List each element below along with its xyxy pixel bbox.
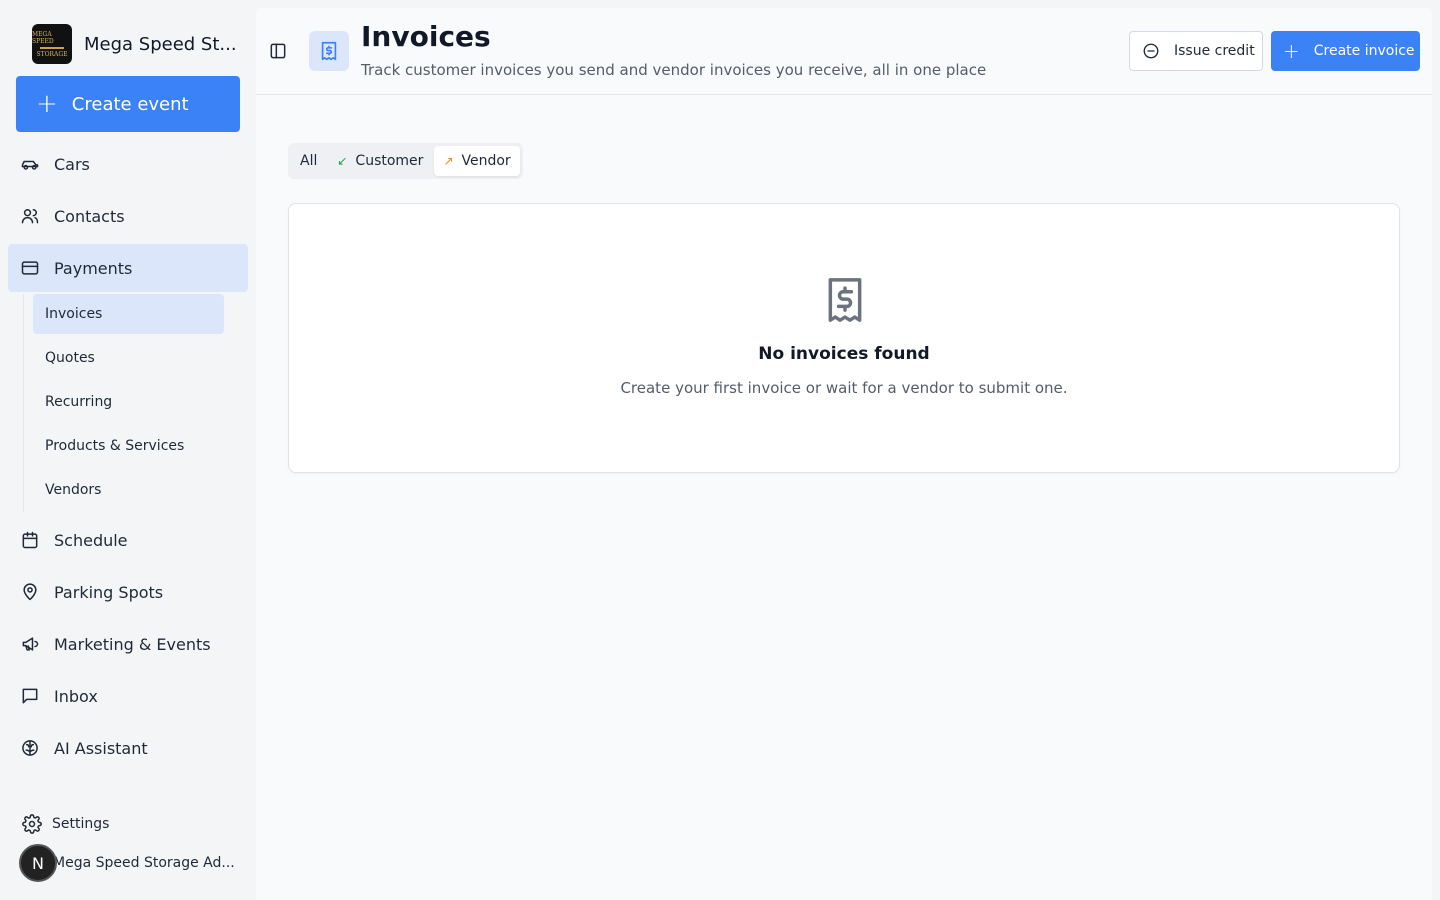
issue-credit-button[interactable]: Issue credit bbox=[1129, 31, 1263, 71]
submenu-guide-line bbox=[23, 294, 24, 512]
sidebar-item-label: AI Assistant bbox=[54, 738, 148, 758]
create-event-button[interactable]: + Create event bbox=[16, 76, 240, 132]
avatar: N bbox=[19, 844, 57, 882]
sidebar-subitem-recurring[interactable]: Recurring bbox=[33, 382, 224, 422]
create-invoice-label: Create invoice bbox=[1313, 43, 1415, 59]
brand-name: Mega Speed St... bbox=[84, 33, 237, 55]
sidebar-item-label: Schedule bbox=[54, 530, 128, 550]
main-content: Invoices Track customer invoices you sen… bbox=[256, 8, 1432, 900]
credit-card-icon bbox=[21, 261, 39, 275]
brain-icon bbox=[22, 740, 38, 756]
filter-tab-label: Vendor bbox=[461, 153, 511, 169]
map-pin-icon bbox=[23, 583, 37, 601]
logo-text-bottom: STORAGE bbox=[36, 50, 68, 58]
sidebar-item-ai-assistant[interactable]: AI Assistant bbox=[8, 724, 248, 772]
user-menu[interactable]: N Mega Speed Storage Ad... bbox=[19, 844, 235, 882]
sidebar-item-marketing-events[interactable]: Marketing & Events bbox=[8, 620, 248, 668]
sidebar-subitem-invoices[interactable]: Invoices bbox=[33, 294, 224, 334]
empty-state-card: No invoices found Create your first invo… bbox=[288, 203, 1400, 473]
settings-label: Settings bbox=[52, 816, 110, 832]
sidebar-item-parking-spots[interactable]: Parking Spots bbox=[8, 568, 248, 616]
arrow-down-left-icon: ↙ bbox=[337, 154, 348, 168]
calendar-icon bbox=[22, 531, 38, 549]
sidebar-item-label: Marketing & Events bbox=[54, 634, 211, 654]
settings-link[interactable]: Settings bbox=[22, 812, 109, 836]
car-icon bbox=[21, 160, 39, 170]
sidebar-item-label: Inbox bbox=[54, 686, 98, 706]
brand[interactable]: MEGA SPEED STORAGE Mega Speed St... bbox=[32, 24, 237, 64]
sidebar-subitem-label: Recurring bbox=[45, 394, 113, 410]
invoice-filter-tabs: All ↙ Customer ↗ Vendor bbox=[288, 143, 523, 179]
create-event-label: Create event bbox=[71, 93, 189, 115]
megaphone-icon bbox=[22, 637, 39, 651]
sidebar-item-label: Payments bbox=[54, 258, 133, 278]
sidebar: MEGA SPEED STORAGE Mega Speed St... + Cr… bbox=[0, 0, 256, 900]
gear-icon bbox=[22, 814, 42, 834]
message-square-icon bbox=[22, 688, 38, 704]
page-header: Invoices Track customer invoices you sen… bbox=[256, 8, 1432, 95]
arrow-up-right-icon: ↗ bbox=[443, 154, 454, 168]
issue-credit-label: Issue credit bbox=[1174, 43, 1255, 59]
plus-icon: + bbox=[36, 89, 58, 119]
sidebar-item-cars[interactable]: Cars bbox=[8, 140, 248, 188]
receipt-icon bbox=[828, 278, 862, 322]
brand-logo: MEGA SPEED STORAGE bbox=[32, 24, 72, 64]
create-invoice-button[interactable]: + Create invoice bbox=[1271, 31, 1420, 71]
sidebar-item-label: Cars bbox=[54, 154, 90, 174]
sidebar-item-contacts[interactable]: Contacts bbox=[8, 192, 248, 240]
sidebar-item-label: Parking Spots bbox=[54, 582, 164, 602]
filter-tab-all[interactable]: All bbox=[291, 146, 326, 176]
sidebar-item-inbox[interactable]: Inbox bbox=[8, 672, 248, 720]
sidebar-subitem-label: Products & Services bbox=[45, 438, 185, 454]
filter-tab-label: All bbox=[300, 153, 318, 169]
sidebar-subitem-label: Vendors bbox=[45, 482, 102, 498]
empty-state-description: Create your first invoice or wait for a … bbox=[620, 379, 1068, 397]
user-name: Mega Speed Storage Ad... bbox=[53, 855, 235, 871]
filter-tab-label: Customer bbox=[355, 153, 424, 169]
sidebar-item-payments[interactable]: Payments bbox=[8, 244, 248, 292]
sidebar-subitem-label: Invoices bbox=[45, 306, 103, 322]
sidebar-subitem-label: Quotes bbox=[45, 350, 95, 366]
logo-text-top: MEGA SPEED bbox=[32, 30, 54, 45]
empty-state-title: No invoices found bbox=[758, 344, 930, 364]
page-title: Invoices bbox=[361, 20, 491, 53]
filter-tab-vendor[interactable]: ↗ Vendor bbox=[434, 146, 520, 176]
page-subtitle: Track customer invoices you send and ven… bbox=[361, 61, 987, 79]
plus-icon: + bbox=[1283, 39, 1300, 63]
sidebar-subitem-vendors[interactable]: Vendors bbox=[33, 470, 224, 510]
sidebar-toggle-icon[interactable] bbox=[268, 41, 288, 61]
minus-circle-icon bbox=[1143, 43, 1159, 59]
sidebar-subitem-quotes[interactable]: Quotes bbox=[33, 338, 224, 378]
users-icon bbox=[21, 209, 39, 224]
filter-tab-customer[interactable]: ↙ Customer bbox=[328, 146, 432, 176]
sidebar-subitem-products-services[interactable]: Products & Services bbox=[33, 426, 224, 466]
page-icon bbox=[309, 31, 349, 71]
sidebar-item-schedule[interactable]: Schedule bbox=[8, 516, 248, 564]
receipt-dollar-icon bbox=[321, 41, 337, 61]
sidebar-item-label: Contacts bbox=[54, 206, 125, 226]
